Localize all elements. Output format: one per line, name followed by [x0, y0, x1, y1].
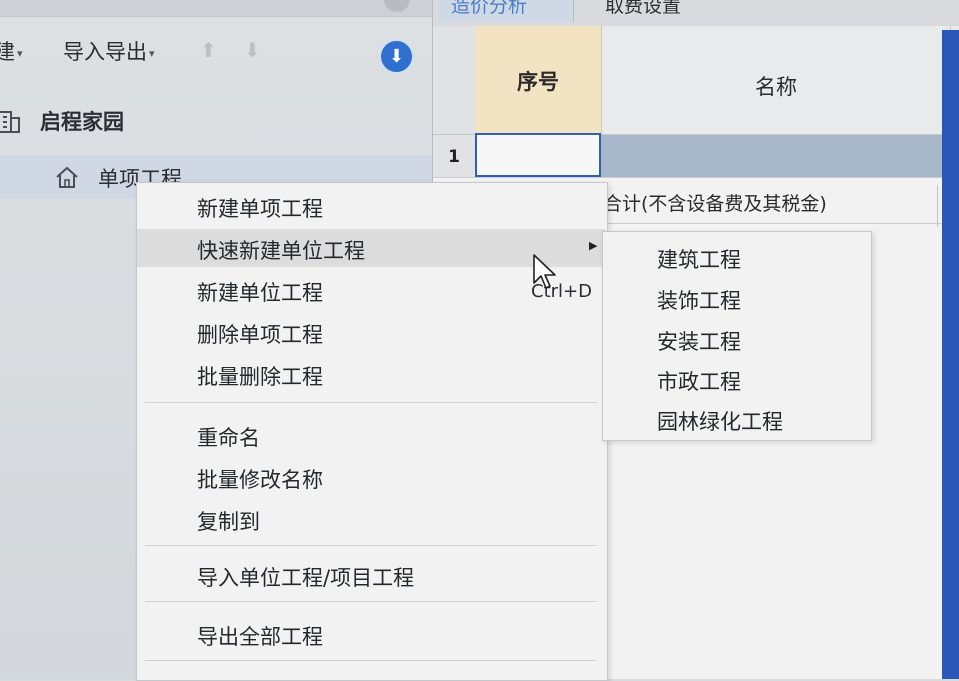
grid-corner-cell[interactable] [433, 26, 476, 134]
grid-header: 序号 名称 金 [433, 26, 959, 135]
submenu-item-building[interactable]: 建筑工程 [603, 236, 869, 276]
new-menu-label: 建 [0, 40, 15, 64]
menu-item-rename[interactable]: 重命名 [137, 416, 605, 454]
total-row-label: 合计(不含设备费及其税金) [603, 193, 827, 215]
menu-item-batch-delete[interactable]: 批量删除工程 [137, 355, 605, 393]
submenu-item-label: 建筑工程 [657, 248, 741, 272]
menu-item-delete-single-project[interactable]: 删除单项工程 [137, 313, 605, 351]
menu-item-label: 新建单位工程 [197, 281, 323, 305]
column-header-name[interactable]: 名称 [602, 26, 951, 134]
selected-cell[interactable] [475, 133, 601, 177]
import-export-label: 导入导出 [63, 40, 147, 64]
submenu-item-label: 市政工程 [657, 370, 741, 394]
menu-item-label: 快速新建单位工程 [197, 239, 365, 263]
name-cell[interactable] [601, 135, 959, 177]
tab-fee-settings[interactable]: 取费设置 [593, 0, 693, 22]
menu-item-label: 删除单项工程 [197, 323, 323, 347]
column-header-seq[interactable]: 序号 [475, 26, 602, 134]
submenu-item-label: 装饰工程 [657, 289, 741, 313]
tree-toolbar: 建 ▾ 导入导出 ▾ ⬆ ⬇ [0, 30, 432, 74]
tab-bar: 造价分析 取费设置 [433, 0, 959, 26]
menu-item-export-all[interactable]: 导出全部工程 [137, 615, 605, 653]
tab-cost-analysis[interactable]: 造价分析 [439, 0, 574, 22]
divider [937, 185, 938, 227]
building-icon [0, 111, 20, 133]
menu-item-import-project[interactable]: 导入单位工程/项目工程 [137, 556, 605, 594]
chevron-right-icon: ▶ [589, 239, 598, 252]
submenu-item-municipal[interactable]: 市政工程 [603, 358, 869, 398]
submenu-quick-new: 建筑工程 装饰工程 安装工程 市政工程 园林绿化工程 [602, 231, 872, 441]
menu-item-label: 批量修改名称 [197, 468, 323, 492]
arrow-up-icon[interactable]: ⬆ [200, 38, 217, 62]
dropdown-arrow-icon: ▾ [17, 46, 23, 60]
menu-item-batch-rename[interactable]: 批量修改名称 [137, 458, 605, 496]
submenu-item-label: 园林绿化工程 [657, 410, 783, 434]
submenu-item-decoration[interactable]: 装饰工程 [603, 277, 869, 317]
submenu-item-label: 安装工程 [657, 330, 741, 354]
row-number: 1 [433, 135, 476, 177]
mouse-pointer-icon [533, 254, 556, 289]
menu-item-label: 新建单项工程 [197, 197, 323, 221]
top-strip [0, 0, 432, 17]
menu-separator [145, 660, 597, 661]
window-border [942, 30, 959, 679]
import-export-button[interactable]: 导入导出 ▾ [63, 36, 155, 66]
submenu-item-landscape[interactable]: 园林绿化工程 [603, 398, 869, 438]
new-menu-button[interactable]: 建 ▾ [0, 36, 23, 66]
dropdown-arrow-icon: ▾ [149, 46, 155, 60]
menu-item-label: 批量删除工程 [197, 365, 323, 389]
menu-separator [145, 402, 597, 403]
menu-item-label: 导出全部工程 [197, 625, 323, 649]
arrow-down-icon[interactable]: ⬇ [244, 38, 261, 62]
menu-separator [145, 601, 597, 602]
tree-root-label: 启程家园 [40, 110, 124, 134]
menu-item-label: 重命名 [197, 426, 260, 450]
menu-item-copy-to[interactable]: 复制到 [137, 500, 605, 538]
submenu-item-installation[interactable]: 安装工程 [603, 318, 869, 358]
table-row[interactable]: 1 [433, 133, 959, 178]
menu-item-label: 复制到 [197, 510, 260, 534]
home-icon [56, 166, 78, 188]
download-icon[interactable]: ⬇ [381, 41, 412, 72]
menu-item-label: 导入单位工程/项目工程 [197, 566, 415, 590]
menu-separator [145, 545, 597, 546]
menu-item-new-single-project[interactable]: 新建单项工程 [137, 187, 605, 225]
